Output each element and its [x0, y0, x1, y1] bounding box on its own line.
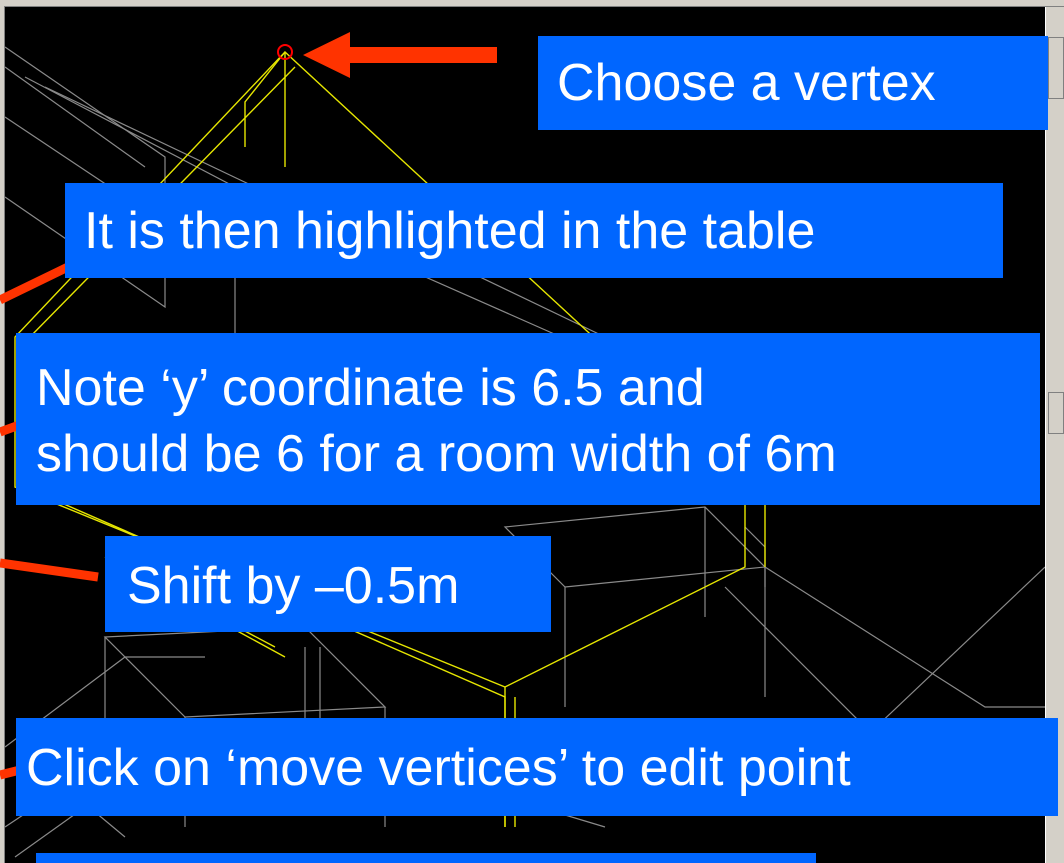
panel-button-2[interactable]: [1048, 392, 1064, 434]
grey-edge-14: [764, 566, 1045, 708]
callout-note-line-1: Note ‘y’ coordinate is 6.5 and: [36, 359, 705, 417]
callout-choose-vertex: Choose a vertex: [538, 36, 1048, 130]
callout-note-line-2: should be 6 for a room width of 6m: [36, 425, 837, 483]
callout-highlighted-in-table: It is then highlighted in the table: [65, 183, 1003, 278]
callout-bottom-partial: [36, 853, 816, 863]
grey-edge-1: [5, 66, 146, 168]
callout-shift: Shift by –0.5m: [105, 536, 551, 632]
grey-edge-4: [44, 86, 256, 188]
callout-choose-vertex-text: Choose a vertex: [557, 54, 936, 112]
room-vertical-edge-2: [244, 51, 286, 147]
window-top-frame: [0, 0, 1064, 7]
callout-highlighted-text: It is then highlighted in the table: [84, 202, 816, 260]
grey-box-top-2: [103, 626, 387, 718]
callout-y-coordinate-note: Note ‘y’ coordinate is 6.5 and should be…: [16, 333, 1040, 505]
callout-shift-text: Shift by –0.5m: [127, 557, 460, 615]
panel-button-1[interactable]: [1048, 37, 1064, 99]
callout-click-move-vertices: Click on ‘move vertices’ to edit point: [16, 718, 1058, 816]
callout-click-move-text: Click on ‘move vertices’ to edit point: [26, 739, 851, 797]
